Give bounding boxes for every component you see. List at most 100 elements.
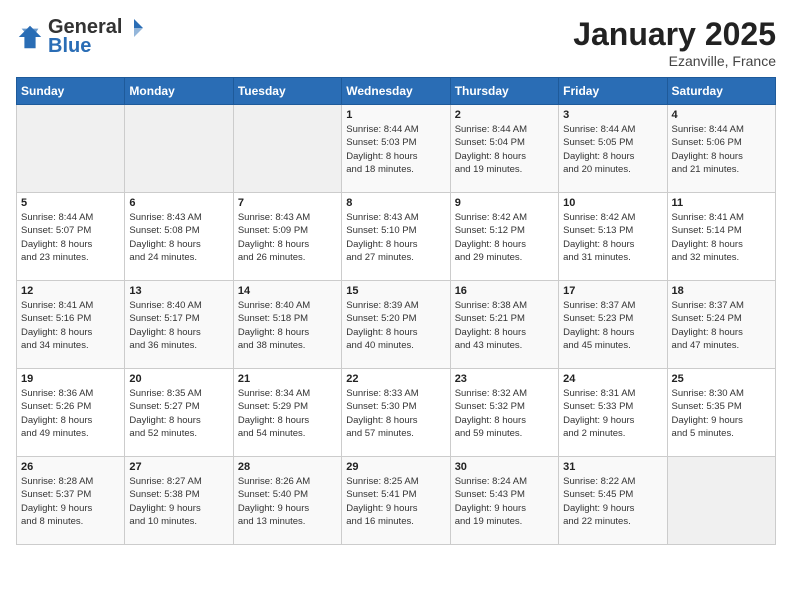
day-number: 16 <box>455 285 554 297</box>
day-number: 9 <box>455 197 554 209</box>
day-number: 2 <box>455 109 554 121</box>
day-number: 27 <box>129 461 228 473</box>
calendar-cell: 4 Sunrise: 8:44 AM Sunset: 5:06 PM Daylig… <box>667 105 775 193</box>
calendar-cell: 10 Sunrise: 8:42 AM Sunset: 5:13 PM Dayli… <box>559 193 667 281</box>
day-number: 11 <box>672 197 771 209</box>
cell-info: Sunrise: 8:44 AM Sunset: 5:07 PM Dayligh… <box>21 211 120 264</box>
cell-info: Sunrise: 8:27 AM Sunset: 5:38 PM Dayligh… <box>129 475 228 528</box>
calendar-cell: 5Sunrise: 8:44 AM Sunset: 5:07 PM Daylig… <box>17 193 125 281</box>
cell-info: Sunrise: 8:44 AM Sunset: 5:03 PM Dayligh… <box>346 123 445 176</box>
cell-info: Sunrise: 8:41 AM Sunset: 5:14 PM Dayligh… <box>672 211 771 264</box>
day-number: 26 <box>21 461 120 473</box>
cell-info: Sunrise: 8:42 AM Sunset: 5:13 PM Dayligh… <box>563 211 662 264</box>
day-number: 17 <box>563 285 662 297</box>
day-number: 12 <box>21 285 120 297</box>
cell-info: Sunrise: 8:44 AM Sunset: 5:06 PM Dayligh… <box>672 123 771 176</box>
calendar-cell: 8 Sunrise: 8:43 AM Sunset: 5:10 PM Daylig… <box>342 193 450 281</box>
cell-info: Sunrise: 8:35 AM Sunset: 5:27 PM Dayligh… <box>129 387 228 440</box>
cell-info: Sunrise: 8:44 AM Sunset: 5:05 PM Dayligh… <box>563 123 662 176</box>
calendar-header-tuesday: Tuesday <box>233 78 341 105</box>
day-number: 15 <box>346 285 445 297</box>
logo-text: General Blue <box>48 16 146 58</box>
calendar-week-row: 26 Sunrise: 8:28 AM Sunset: 5:37 PM Dayli… <box>17 457 776 545</box>
day-number: 18 <box>672 285 771 297</box>
calendar-cell: 9 Sunrise: 8:42 AM Sunset: 5:12 PM Daylig… <box>450 193 558 281</box>
calendar-cell: 26 Sunrise: 8:28 AM Sunset: 5:37 PM Dayli… <box>17 457 125 545</box>
calendar-cell: 21 Sunrise: 8:34 AM Sunset: 5:29 PM Dayli… <box>233 369 341 457</box>
day-number: 4 <box>672 109 771 121</box>
day-number: 28 <box>238 461 337 473</box>
day-number: 30 <box>455 461 554 473</box>
page-title: January 2025 <box>573 16 776 53</box>
calendar-header-monday: Monday <box>125 78 233 105</box>
calendar-cell: 30 Sunrise: 8:24 AM Sunset: 5:43 PM Dayli… <box>450 457 558 545</box>
calendar-cell: 24 Sunrise: 8:31 AM Sunset: 5:33 PM Dayli… <box>559 369 667 457</box>
cell-info: Sunrise: 8:34 AM Sunset: 5:29 PM Dayligh… <box>238 387 337 440</box>
day-number: 24 <box>563 373 662 385</box>
header: General Blue January 2025 Ezanville, Fra… <box>16 16 776 69</box>
calendar-cell <box>125 105 233 193</box>
day-number: 7 <box>238 197 337 209</box>
day-number: 19 <box>21 373 120 385</box>
day-number: 8 <box>346 197 445 209</box>
calendar-cell: 16Sunrise: 8:38 AM Sunset: 5:21 PM Dayli… <box>450 281 558 369</box>
calendar-cell <box>667 457 775 545</box>
day-number: 21 <box>238 373 337 385</box>
day-number: 29 <box>346 461 445 473</box>
calendar-cell: 14Sunrise: 8:40 AM Sunset: 5:18 PM Dayli… <box>233 281 341 369</box>
calendar-cell: 7Sunrise: 8:43 AM Sunset: 5:09 PM Daylig… <box>233 193 341 281</box>
calendar-cell: 20 Sunrise: 8:35 AM Sunset: 5:27 PM Dayli… <box>125 369 233 457</box>
day-number: 22 <box>346 373 445 385</box>
cell-info: Sunrise: 8:26 AM Sunset: 5:40 PM Dayligh… <box>238 475 337 528</box>
day-number: 14 <box>238 285 337 297</box>
cell-info: Sunrise: 8:22 AM Sunset: 5:45 PM Dayligh… <box>563 475 662 528</box>
calendar-cell <box>17 105 125 193</box>
day-number: 6 <box>129 197 228 209</box>
calendar-header-thursday: Thursday <box>450 78 558 105</box>
cell-info: Sunrise: 8:40 AM Sunset: 5:17 PM Dayligh… <box>129 299 228 352</box>
calendar-cell: 18Sunrise: 8:37 AM Sunset: 5:24 PM Dayli… <box>667 281 775 369</box>
calendar-header-row: SundayMondayTuesdayWednesdayThursdayFrid… <box>17 78 776 105</box>
calendar-header-wednesday: Wednesday <box>342 78 450 105</box>
calendar-header-sunday: Sunday <box>17 78 125 105</box>
calendar-week-row: 19Sunrise: 8:36 AM Sunset: 5:26 PM Dayli… <box>17 369 776 457</box>
cell-info: Sunrise: 8:43 AM Sunset: 5:08 PM Dayligh… <box>129 211 228 264</box>
cell-info: Sunrise: 8:33 AM Sunset: 5:30 PM Dayligh… <box>346 387 445 440</box>
cell-info: Sunrise: 8:31 AM Sunset: 5:33 PM Dayligh… <box>563 387 662 440</box>
cell-info: Sunrise: 8:39 AM Sunset: 5:20 PM Dayligh… <box>346 299 445 352</box>
calendar-cell: 29 Sunrise: 8:25 AM Sunset: 5:41 PM Dayli… <box>342 457 450 545</box>
calendar-cell: 3 Sunrise: 8:44 AM Sunset: 5:05 PM Daylig… <box>559 105 667 193</box>
day-number: 25 <box>672 373 771 385</box>
day-number: 3 <box>563 109 662 121</box>
cell-info: Sunrise: 8:37 AM Sunset: 5:23 PM Dayligh… <box>563 299 662 352</box>
day-number: 23 <box>455 373 554 385</box>
calendar-header-friday: Friday <box>559 78 667 105</box>
day-number: 13 <box>129 285 228 297</box>
cell-info: Sunrise: 8:24 AM Sunset: 5:43 PM Dayligh… <box>455 475 554 528</box>
page-subtitle: Ezanville, France <box>573 53 776 69</box>
cell-info: Sunrise: 8:43 AM Sunset: 5:10 PM Dayligh… <box>346 211 445 264</box>
calendar-cell: 13 Sunrise: 8:40 AM Sunset: 5:17 PM Dayli… <box>125 281 233 369</box>
calendar-cell: 27 Sunrise: 8:27 AM Sunset: 5:38 PM Dayli… <box>125 457 233 545</box>
cell-info: Sunrise: 8:25 AM Sunset: 5:41 PM Dayligh… <box>346 475 445 528</box>
title-area: January 2025 Ezanville, France <box>573 16 776 69</box>
cell-info: Sunrise: 8:28 AM Sunset: 5:37 PM Dayligh… <box>21 475 120 528</box>
logo-flag-icon <box>123 17 145 39</box>
calendar-cell: 31Sunrise: 8:22 AM Sunset: 5:45 PM Dayli… <box>559 457 667 545</box>
day-number: 10 <box>563 197 662 209</box>
calendar-week-row: 5Sunrise: 8:44 AM Sunset: 5:07 PM Daylig… <box>17 193 776 281</box>
calendar-cell: 17 Sunrise: 8:37 AM Sunset: 5:23 PM Dayli… <box>559 281 667 369</box>
calendar-cell: 11 Sunrise: 8:41 AM Sunset: 5:14 PM Dayli… <box>667 193 775 281</box>
day-number: 1 <box>346 109 445 121</box>
calendar-cell: 23 Sunrise: 8:32 AM Sunset: 5:32 PM Dayli… <box>450 369 558 457</box>
calendar-cell: 1 Sunrise: 8:44 AM Sunset: 5:03 PM Daylig… <box>342 105 450 193</box>
calendar-cell: 2 Sunrise: 8:44 AM Sunset: 5:04 PM Daylig… <box>450 105 558 193</box>
cell-info: Sunrise: 8:44 AM Sunset: 5:04 PM Dayligh… <box>455 123 554 176</box>
cell-info: Sunrise: 8:41 AM Sunset: 5:16 PM Dayligh… <box>21 299 120 352</box>
cell-info: Sunrise: 8:32 AM Sunset: 5:32 PM Dayligh… <box>455 387 554 440</box>
cell-info: Sunrise: 8:42 AM Sunset: 5:12 PM Dayligh… <box>455 211 554 264</box>
calendar-cell <box>233 105 341 193</box>
day-number: 20 <box>129 373 228 385</box>
calendar-header-saturday: Saturday <box>667 78 775 105</box>
calendar-table: SundayMondayTuesdayWednesdayThursdayFrid… <box>16 77 776 545</box>
